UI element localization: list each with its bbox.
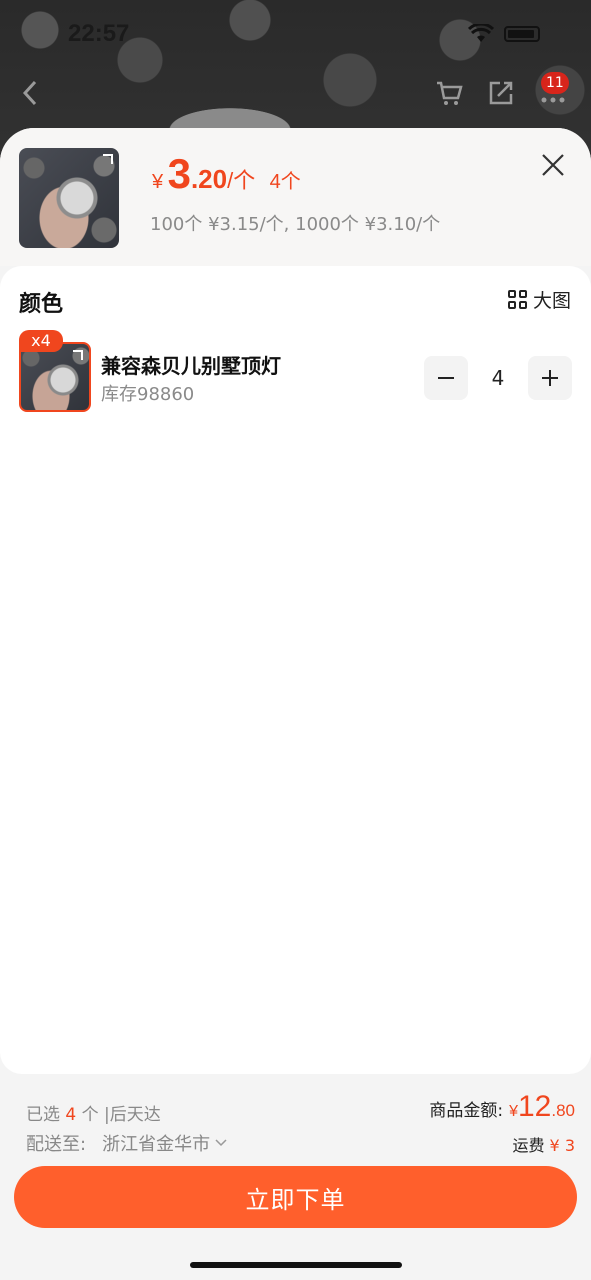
product-thumbnail[interactable] <box>19 148 119 248</box>
amount-label: 商品金额: <box>429 1101 504 1121</box>
top-nav <box>0 70 591 120</box>
expand-icon <box>103 154 113 164</box>
selected-quantity: 4个 <box>269 171 301 193</box>
amount-decimal: .80 <box>551 1101 575 1120</box>
minus-icon <box>438 377 454 379</box>
notification-badge: 11 <box>541 72 569 94</box>
amount-integer: 12 <box>517 1090 552 1123</box>
price-decimal: .20 <box>190 164 228 194</box>
ship-location: 浙江省金华市 <box>102 1134 211 1155</box>
tier-pricing: 100个 ¥3.15/个, 1000个 ¥3.10/个 <box>150 214 441 235</box>
cart-icon[interactable] <box>434 78 464 108</box>
variant-stock: 库存98860 <box>101 384 195 405</box>
place-order-button[interactable]: 立即下单 <box>14 1166 577 1228</box>
freight-label: 运费 <box>512 1136 545 1155</box>
price-currency: ¥ <box>152 171 164 193</box>
chevron-down-icon <box>215 1139 227 1147</box>
options-card: 颜色 大图 x4 兼容森贝儿别墅顶灯 库存98860 4 <box>0 266 591 1074</box>
freight-value: ¥ 3 <box>549 1136 575 1155</box>
selected-suffix: 个 |后天达 <box>81 1105 161 1125</box>
plus-icon <box>542 370 558 386</box>
variant-name: 兼容森贝儿别墅顶灯 <box>101 354 281 378</box>
decrease-button[interactable] <box>424 356 468 400</box>
status-bar: 22:57 <box>0 0 591 70</box>
ship-to[interactable]: 配送至: 浙江省金华市 <box>26 1130 228 1156</box>
status-time: 22:57 <box>68 20 130 47</box>
big-image-toggle[interactable]: 大图 <box>508 286 571 313</box>
selected-prefix: 已选 <box>26 1105 60 1125</box>
color-section-title: 颜色 <box>19 292 64 317</box>
quantity-value[interactable]: 4 <box>468 366 528 390</box>
close-icon[interactable] <box>540 152 566 178</box>
selected-count: 4 <box>65 1105 77 1125</box>
selected-info: 已选 4 个 |后天达 <box>26 1100 161 1125</box>
increase-button[interactable] <box>528 356 572 400</box>
variant-row: x4 兼容森贝儿别墅顶灯 库存98860 4 <box>19 330 572 412</box>
freight: 运费 ¥ 3 <box>512 1132 575 1156</box>
grid-icon <box>508 290 527 309</box>
price-unit: /个 <box>227 168 256 193</box>
back-icon[interactable] <box>18 78 42 108</box>
order-summary: 已选 4 个 |后天达 配送至: 浙江省金华市 商品金额: ¥ 12 .80 运… <box>0 1088 591 1168</box>
home-indicator <box>190 1262 402 1268</box>
wifi-icon <box>468 24 494 42</box>
expand-icon <box>73 350 83 360</box>
variant-qty-badge: x4 <box>19 330 63 352</box>
amount-currency: ¥ <box>509 1103 518 1120</box>
variant-thumbnail[interactable] <box>19 342 91 412</box>
battery-icon <box>504 26 540 42</box>
unit-price: ¥ 3.20/个 4个 <box>152 150 301 198</box>
big-image-label: 大图 <box>533 290 572 312</box>
goods-amount: 商品金额: ¥ 12 .80 <box>429 1090 575 1124</box>
ship-label: 配送至: <box>26 1134 87 1155</box>
share-icon[interactable] <box>486 78 516 108</box>
price-integer: 3 <box>167 150 191 197</box>
